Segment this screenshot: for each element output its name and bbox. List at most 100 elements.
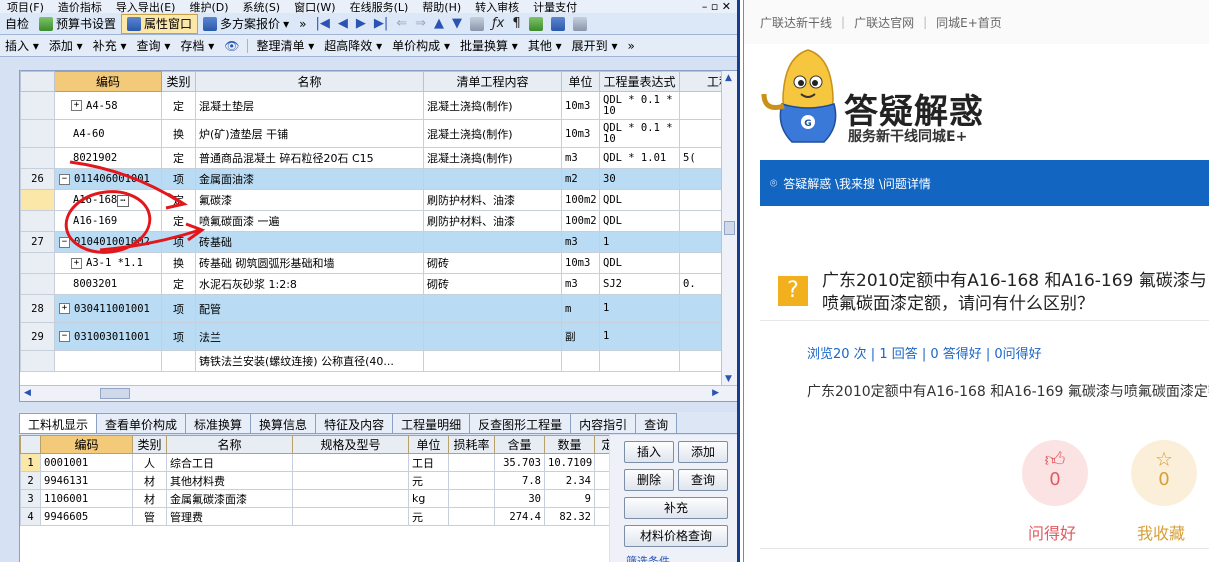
last-record-icon[interactable]: ▶| bbox=[370, 16, 392, 31]
mat-type[interactable]: 管 bbox=[132, 507, 167, 526]
table-row[interactable]: + A4-58 定混凝土垫层 混凝土浇捣(制作) 10m3 QDL * 0.1 * 10 bbox=[20, 91, 737, 120]
col-header-name[interactable]: 名称 bbox=[195, 71, 424, 92]
mat-content[interactable]: 35.703 bbox=[494, 453, 545, 472]
row-name[interactable]: 砖基础 砌筑圆弧形基础和墙 bbox=[195, 252, 424, 274]
row-number[interactable] bbox=[20, 147, 55, 169]
favorite-button[interactable]: ☆ 0 bbox=[1131, 440, 1197, 506]
next-record-icon[interactable]: ▶ bbox=[352, 16, 370, 31]
window-controls[interactable]: – ▫ ✕ bbox=[695, 0, 737, 13]
mat-col-content[interactable]: 含量 bbox=[494, 435, 545, 454]
mat-extra[interactable] bbox=[594, 507, 609, 526]
row-expression[interactable]: QDL bbox=[599, 189, 680, 211]
mat-col-unit[interactable]: 单位 bbox=[408, 435, 449, 454]
row-type[interactable]: 定 bbox=[161, 91, 196, 120]
table-row[interactable]: 2 9946131 材其他材料费 元 7.8 2.34 bbox=[20, 471, 609, 490]
table-row[interactable]: 铸铁法兰安装(螺纹连接) 公称直径(40... bbox=[20, 350, 737, 372]
row-name[interactable]: 普通商品混凝土 碎石粒径20石 C15 bbox=[195, 147, 424, 169]
row-code[interactable]: 8021902 bbox=[54, 147, 162, 169]
col-header-expr[interactable]: 工程量表达式 bbox=[599, 71, 680, 92]
breadcrumb[interactable]: 答疑解惑 \我来搜 \问题详情 bbox=[783, 175, 931, 192]
add-button[interactable]: 添加 bbox=[678, 441, 728, 463]
row-unit[interactable]: m3 bbox=[561, 147, 600, 169]
mat-quantity[interactable]: 9 bbox=[544, 489, 595, 508]
table-row[interactable]: A4-60 换炉(矿)渣垫层 干铺 混凝土浇捣(制作) 10m3 QDL * 0.1 *… bbox=[20, 119, 737, 148]
grid-horizontal-scrollbar[interactable]: ◀ ▶ bbox=[20, 385, 737, 401]
row-expression[interactable]: QDL bbox=[599, 210, 680, 232]
mat-type[interactable]: 材 bbox=[132, 471, 167, 490]
row-code[interactable]: +030411001001 bbox=[54, 294, 162, 323]
mat-col-code[interactable]: 编码 bbox=[40, 435, 133, 454]
other-menu[interactable]: 其他 ▾ bbox=[523, 37, 567, 54]
collapse-icon[interactable]: − bbox=[59, 331, 70, 342]
question-stats[interactable]: 浏览20 次 | 1 回答 | 0 答得好 | 0问得好 bbox=[807, 343, 1042, 362]
scroll-down-icon[interactable]: ▼ bbox=[725, 374, 732, 384]
row-number[interactable]: 28 bbox=[20, 294, 55, 323]
row-number[interactable] bbox=[20, 91, 55, 120]
row-content[interactable]: 混凝土浇捣(制作) bbox=[423, 147, 562, 169]
row-type[interactable]: 定 bbox=[161, 189, 196, 211]
mat-col-spec[interactable]: 规格及型号 bbox=[292, 435, 409, 454]
menu-import-export[interactable]: 导入导出(E) bbox=[109, 0, 183, 14]
table-row[interactable]: 8021902 定普通商品混凝土 碎石粒径20石 C15 混凝土浇捣(制作) m3 QD… bbox=[20, 147, 737, 169]
scroll-right-icon[interactable]: ▶ bbox=[712, 388, 719, 398]
move-left-icon[interactable]: ⇐ bbox=[392, 16, 411, 31]
mat-col-name[interactable]: 名称 bbox=[166, 435, 293, 454]
row-code[interactable]: A4-60 bbox=[54, 119, 162, 148]
mat-unit[interactable]: 元 bbox=[408, 507, 449, 526]
row-expression[interactable]: QDL * 0.1 * 10 bbox=[599, 119, 680, 148]
row-code[interactable]: + A4-58 bbox=[54, 91, 162, 120]
filter-link[interactable]: 筛选条件 bbox=[626, 553, 670, 562]
row-content[interactable]: 砌砖 bbox=[423, 273, 562, 295]
menu-measure-pay[interactable]: 计量支付 bbox=[526, 0, 584, 14]
row-code[interactable]: −031003011001 bbox=[54, 322, 162, 351]
expand-icon[interactable]: + bbox=[71, 100, 82, 111]
row-content[interactable] bbox=[423, 322, 562, 351]
row-name[interactable]: 法兰 bbox=[195, 322, 424, 351]
menu-cost-index[interactable]: 造价指标 bbox=[51, 0, 109, 14]
menu-to-audit[interactable]: 转入审核 bbox=[468, 0, 526, 14]
ellipsis-button[interactable]: ⋯ bbox=[117, 194, 129, 207]
like-question-button[interactable]: 👍︎ 0 bbox=[1022, 440, 1088, 506]
expand-to-menu[interactable]: 展开到 ▾ bbox=[567, 37, 623, 54]
mat-unit[interactable]: 元 bbox=[408, 471, 449, 490]
table-row[interactable]: 4 9946605 管管理费 元 274.4 82.32 bbox=[20, 507, 609, 526]
col-header-type[interactable]: 类别 bbox=[161, 71, 196, 92]
row-expression[interactable]: 30 bbox=[599, 168, 680, 190]
row-number[interactable] bbox=[20, 350, 55, 372]
row-code[interactable]: A16-169 bbox=[54, 210, 162, 232]
mat-unit[interactable]: 工日 bbox=[408, 453, 449, 472]
mat-code[interactable]: 9946131 bbox=[40, 471, 133, 490]
mat-loss[interactable] bbox=[448, 453, 495, 472]
menu-project[interactable]: 项目(F) bbox=[0, 0, 51, 14]
mat-spec[interactable] bbox=[292, 471, 409, 490]
formula-icon[interactable]: ƒx bbox=[488, 16, 508, 31]
delete-button[interactable]: 删除 bbox=[624, 469, 674, 491]
grid-vscroll-thumb[interactable] bbox=[724, 221, 735, 235]
panel-icon[interactable] bbox=[572, 16, 587, 31]
row-name[interactable]: 氟碳漆 bbox=[195, 189, 424, 211]
mat-col-qty[interactable]: 数量 bbox=[544, 435, 595, 454]
row-number[interactable]: 27 bbox=[20, 231, 55, 253]
multi-plan-button[interactable]: 多方案报价 ▾ bbox=[198, 14, 294, 34]
nav-link-official[interactable]: 广联达官网 bbox=[854, 14, 914, 31]
row-type[interactable]: 项 bbox=[161, 168, 196, 190]
mat-code[interactable]: 0001001 bbox=[40, 453, 133, 472]
row-expression[interactable]: 1 bbox=[599, 231, 680, 253]
row-name[interactable]: 水泥石灰砂浆 1:2:8 bbox=[195, 273, 424, 295]
first-record-icon[interactable]: |◀ bbox=[311, 16, 333, 31]
row-content[interactable]: 砌砖 bbox=[423, 252, 562, 274]
table-row[interactable]: A16-169 定喷氟碳面漆 一遍 刷防护材料、油漆 100m2 QDL bbox=[20, 210, 737, 232]
property-window-button[interactable]: 属性窗口 bbox=[121, 13, 199, 34]
mat-loss[interactable] bbox=[448, 471, 495, 490]
mat-spec[interactable] bbox=[292, 507, 409, 526]
tab-convert-info[interactable]: 换算信息 bbox=[250, 413, 317, 433]
cube-icon[interactable] bbox=[528, 16, 543, 31]
row-content[interactable] bbox=[423, 231, 562, 253]
row-unit[interactable]: 10m3 bbox=[561, 252, 600, 274]
preset-button[interactable]: 预算书设置 bbox=[34, 14, 121, 34]
mat-name[interactable]: 其他材料费 bbox=[166, 471, 293, 490]
row-number[interactable] bbox=[20, 252, 55, 274]
row-name[interactable]: 喷氟碳面漆 一遍 bbox=[195, 210, 424, 232]
mat-unit[interactable]: kg bbox=[408, 489, 449, 508]
row-content[interactable] bbox=[423, 294, 562, 323]
